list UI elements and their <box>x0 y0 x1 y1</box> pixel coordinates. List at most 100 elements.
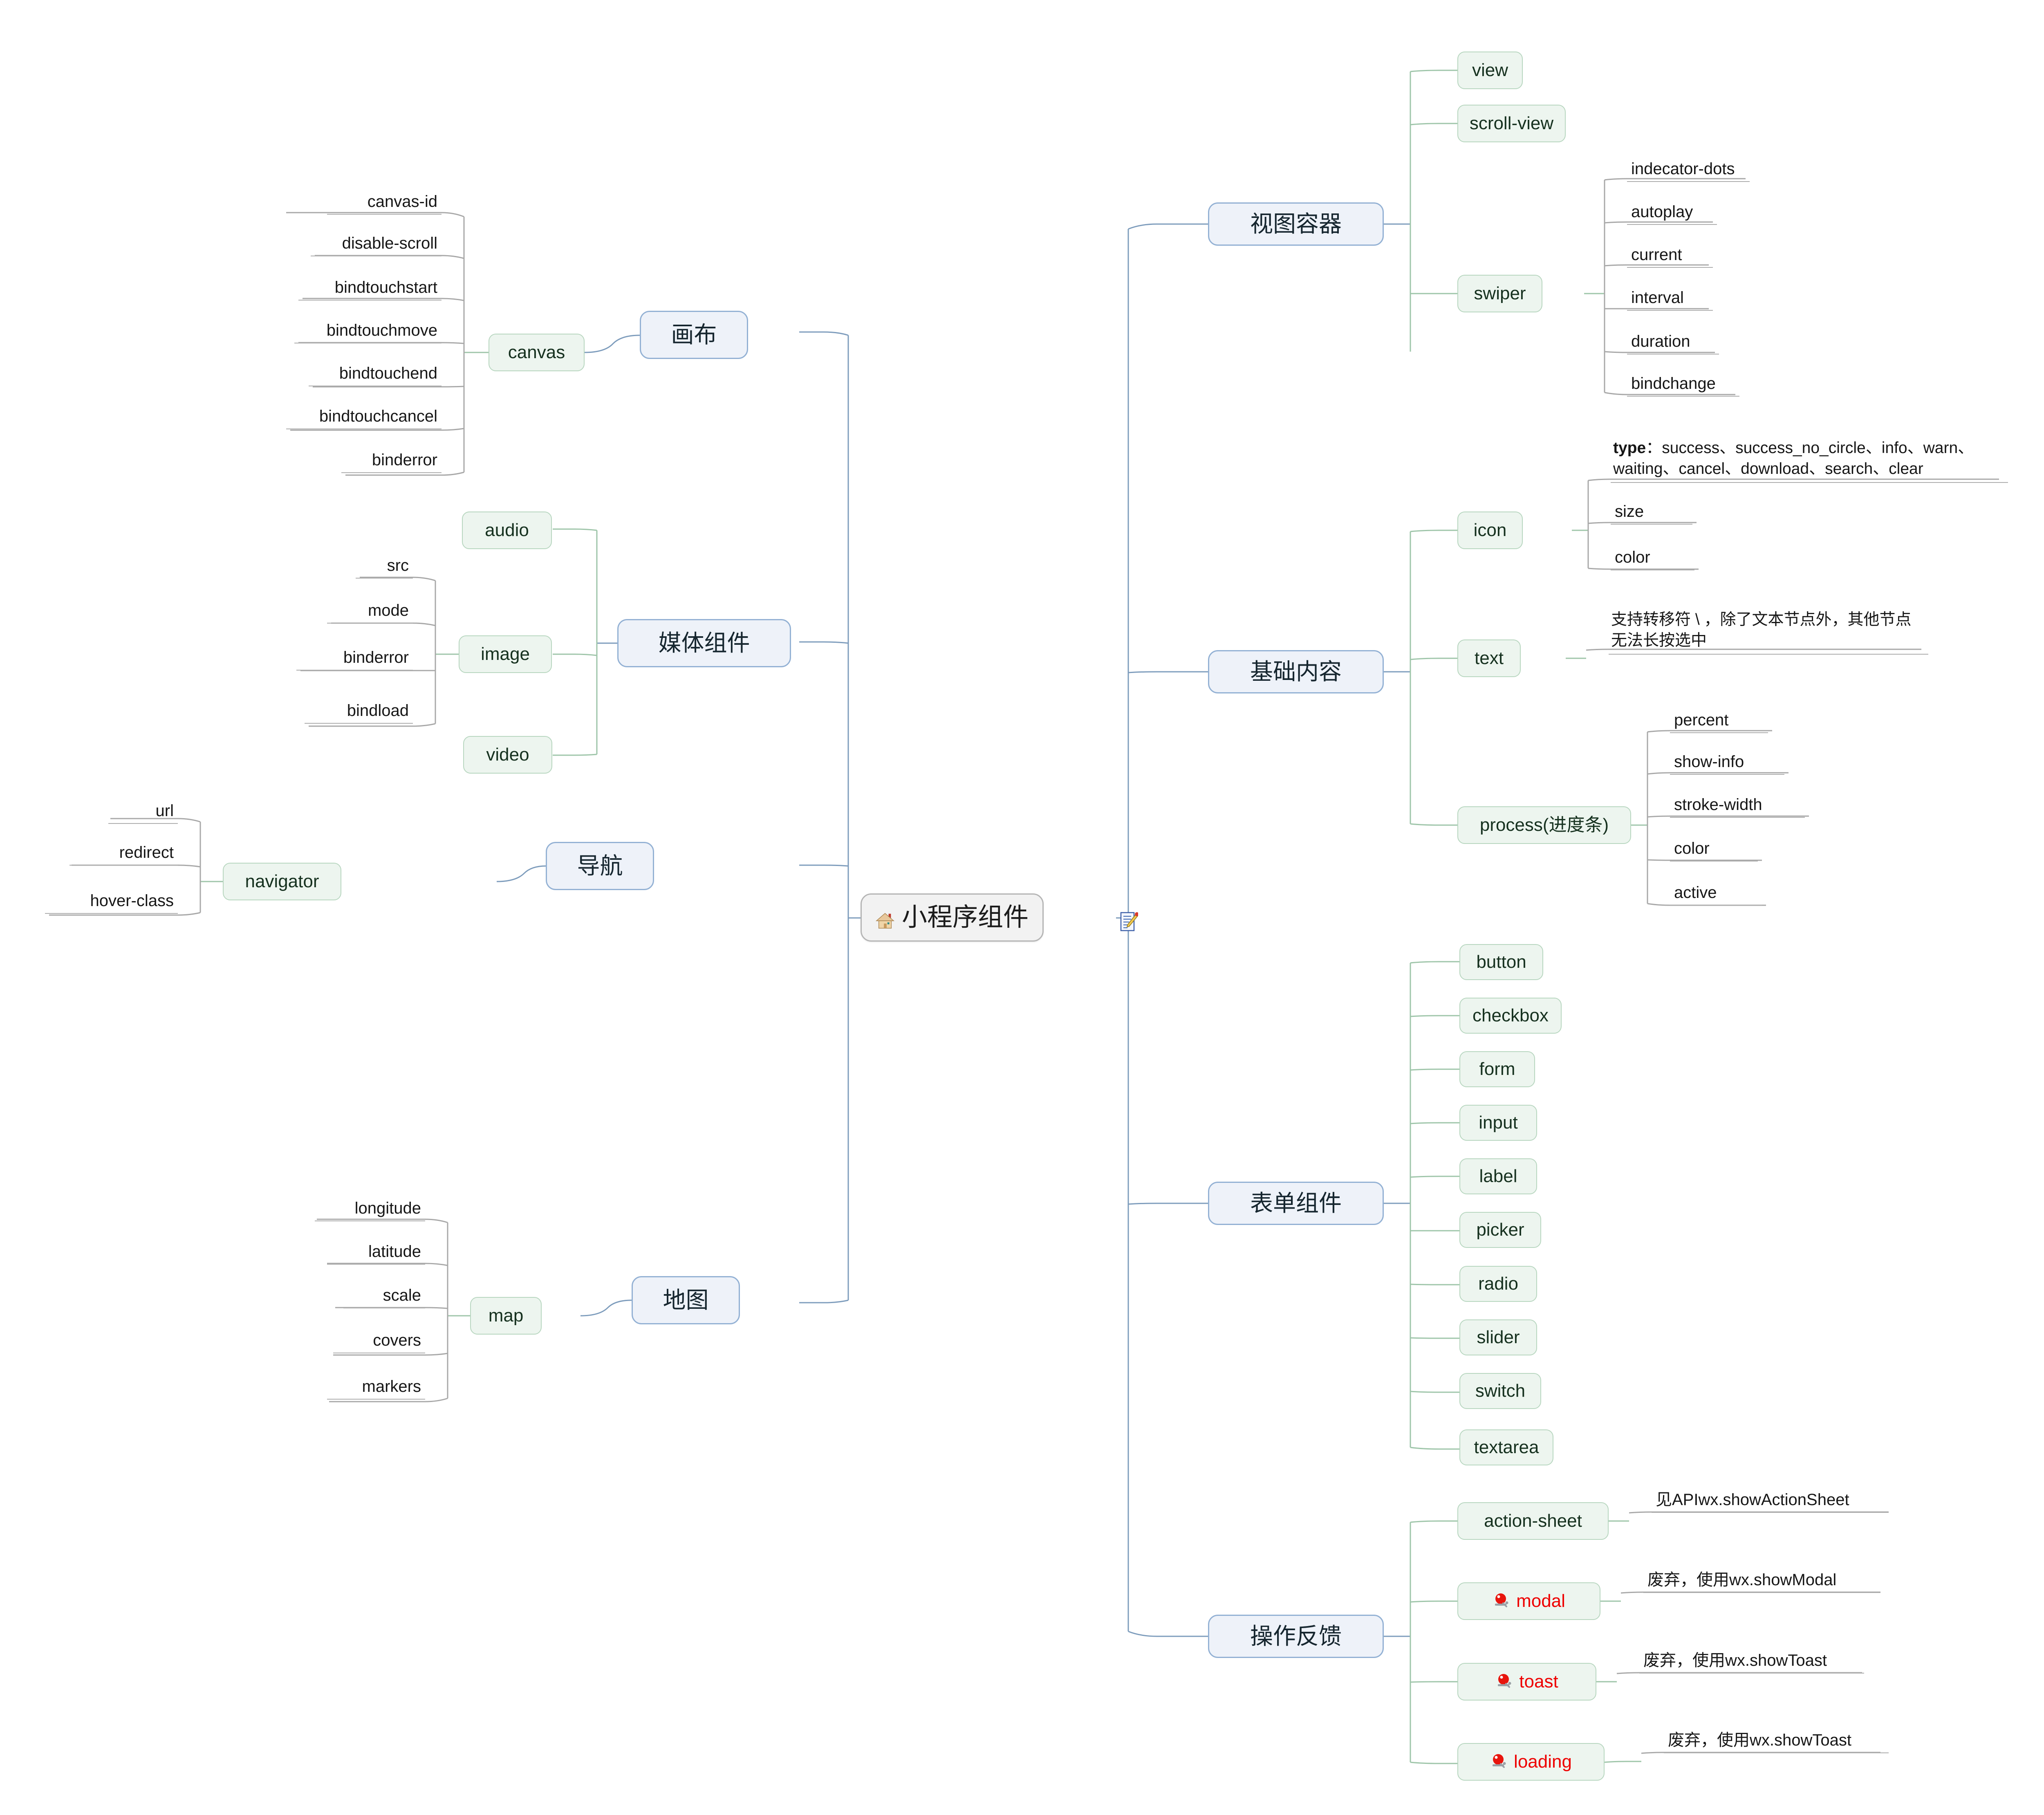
leaf-disable-scroll[interactable]: disable-scroll <box>311 234 442 256</box>
leaf-label: 废弃，使用wx.showToast <box>1668 1731 1851 1749</box>
leaf-label: 废弃，使用wx.showToast <box>1643 1651 1827 1669</box>
branch-node-form-components[interactable]: 表单组件 <box>1208 1182 1384 1225</box>
leaf-interval[interactable]: interval <box>1627 288 1713 311</box>
sub-node-toast[interactable]: toast <box>1457 1663 1596 1701</box>
branch-node-view-container[interactable]: 视图容器 <box>1208 202 1384 246</box>
leaf-bindtouchcancel[interactable]: bindtouchcancel <box>286 407 442 429</box>
leaf-navigator-hover-class[interactable]: hover-class <box>45 891 178 914</box>
leaf-image-src[interactable]: src <box>356 556 413 579</box>
sub-node-view[interactable]: view <box>1457 52 1523 89</box>
sub-label: video <box>486 744 529 765</box>
sub-node-video[interactable]: video <box>463 736 552 774</box>
alarm-bell-icon <box>1493 1593 1510 1610</box>
leaf-bindtouchend[interactable]: bindtouchend <box>309 364 442 386</box>
leaf-bindtouchmove[interactable]: bindtouchmove <box>294 321 442 343</box>
sub-node-button[interactable]: button <box>1459 944 1543 980</box>
sub-node-image[interactable]: image <box>459 635 552 673</box>
sub-node-switch[interactable]: switch <box>1459 1373 1541 1409</box>
sub-node-text[interactable]: text <box>1457 639 1521 677</box>
branch-node-navigation[interactable]: 导航 <box>546 842 654 890</box>
sub-node-canvas[interactable]: canvas <box>489 334 585 371</box>
leaf-indecator-dots[interactable]: indecator-dots <box>1627 159 1750 182</box>
leaf-label: redirect <box>119 843 174 862</box>
leaf-navigator-redirect[interactable]: redirect <box>69 843 178 866</box>
sub-label: process(进度条) <box>1479 814 1609 835</box>
leaf-map-scale[interactable]: scale <box>343 1286 425 1308</box>
leaf-image-bindload[interactable]: bindload <box>305 701 413 724</box>
leaf-process-percent[interactable]: percent <box>1670 711 1768 733</box>
sub-node-map[interactable]: map <box>470 1297 542 1335</box>
leaf-duration[interactable]: duration <box>1627 332 1719 354</box>
sub-node-picker[interactable]: picker <box>1459 1212 1541 1248</box>
leaf-map-longitude[interactable]: longitude <box>315 1199 425 1221</box>
branch-node-map-group[interactable]: 地图 <box>632 1276 740 1324</box>
leaf-canvas-binderror[interactable]: binderror <box>341 451 442 473</box>
sub-label: icon <box>1473 520 1507 540</box>
branch-node-media-components[interactable]: 媒体组件 <box>617 619 791 667</box>
sub-label: scroll-view <box>1469 113 1554 133</box>
leaf-label: 见APIwx.showActionSheet <box>1656 1490 1849 1509</box>
leaf-loading-annotation[interactable]: 废弃，使用wx.showToast <box>1664 1731 1889 1753</box>
branch-node-canvas-group[interactable]: 画布 <box>640 311 748 359</box>
leaf-current[interactable]: current <box>1627 245 1713 268</box>
sub-node-scroll-view[interactable]: scroll-view <box>1457 105 1566 142</box>
leaf-icon-color[interactable]: color <box>1611 548 1694 570</box>
sub-label: text <box>1475 648 1504 668</box>
leaf-bindtouchstart[interactable]: bindtouchstart <box>298 278 442 301</box>
leaf-bindchange[interactable]: bindchange <box>1627 374 1739 397</box>
leaf-label: hover-class <box>90 891 174 910</box>
sub-node-navigator[interactable]: navigator <box>223 863 341 900</box>
sub-node-label[interactable]: label <box>1459 1158 1537 1194</box>
home-icon <box>875 908 895 929</box>
sub-node-process[interactable]: process(进度条) <box>1457 806 1631 844</box>
leaf-image-mode[interactable]: mode <box>327 601 413 624</box>
sub-label: loading <box>1514 1751 1572 1772</box>
leaf-label: binderror <box>372 451 437 469</box>
leaf-label: binderror <box>343 648 409 666</box>
leaf-map-markers[interactable]: markers <box>327 1377 425 1400</box>
branch-label: 表单组件 <box>1250 1190 1342 1216</box>
sub-node-audio[interactable]: audio <box>462 512 552 549</box>
sub-node-modal[interactable]: modal <box>1457 1582 1600 1620</box>
leaf-navigator-url[interactable]: url <box>108 801 178 824</box>
leaf-map-latitude[interactable]: latitude <box>327 1242 425 1265</box>
sub-label: toast <box>1519 1671 1558 1692</box>
sub-node-icon[interactable]: icon <box>1457 512 1523 549</box>
leaf-label: percent <box>1674 711 1729 729</box>
leaf-canvas-id[interactable]: canvas-id <box>327 192 442 215</box>
branch-node-basic-content[interactable]: 基础内容 <box>1208 650 1384 693</box>
leaf-text-annotation[interactable]: 支持转移符 \ ，除了文本节点外，其他节点无法长按选中 <box>1609 609 1928 655</box>
branch-node-action-feedback[interactable]: 操作反馈 <box>1208 1615 1384 1658</box>
leaf-process-color[interactable]: color <box>1670 839 1758 862</box>
leaf-icon-type-annotation[interactable]: type：success、success_no_circle、info、warn… <box>1611 437 2008 483</box>
leaf-toast-annotation[interactable]: 废弃，使用wx.showToast <box>1639 1651 1864 1674</box>
leaf-label: bindtouchcancel <box>319 407 437 425</box>
leaf-action-sheet-annotation[interactable]: 见APIwx.showActionSheet <box>1652 1490 1889 1513</box>
sub-node-input[interactable]: input <box>1459 1105 1537 1141</box>
leaf-modal-annotation[interactable]: 废弃，使用wx.showModal <box>1643 1570 1880 1593</box>
sub-label: audio <box>485 520 529 540</box>
sub-label: slider <box>1477 1327 1520 1347</box>
leaf-process-stroke-width[interactable]: stroke-width <box>1670 795 1805 818</box>
leaf-map-covers[interactable]: covers <box>333 1331 425 1353</box>
sub-node-slider[interactable]: slider <box>1459 1319 1537 1355</box>
sub-node-radio[interactable]: radio <box>1459 1266 1537 1302</box>
sub-node-swiper[interactable]: swiper <box>1457 275 1542 312</box>
leaf-icon-size[interactable]: size <box>1611 502 1692 525</box>
root-node[interactable]: 小程序组件 <box>861 893 1044 942</box>
sub-label: checkbox <box>1472 1005 1549 1025</box>
leaf-label: markers <box>362 1377 421 1395</box>
leaf-label: src <box>387 556 409 574</box>
leaf-label: duration <box>1631 332 1690 350</box>
note-edit-icon[interactable] <box>1120 912 1139 932</box>
leaf-label: latitude <box>368 1242 421 1261</box>
sub-node-action-sheet[interactable]: action-sheet <box>1457 1502 1609 1540</box>
leaf-process-show-info[interactable]: show-info <box>1670 752 1784 775</box>
leaf-process-active[interactable]: active <box>1670 883 1762 906</box>
leaf-autoplay[interactable]: autoplay <box>1627 202 1717 225</box>
sub-node-textarea[interactable]: textarea <box>1459 1429 1553 1465</box>
sub-node-form[interactable]: form <box>1459 1051 1535 1087</box>
sub-node-checkbox[interactable]: checkbox <box>1459 998 1562 1034</box>
sub-node-loading[interactable]: loading <box>1457 1743 1605 1781</box>
leaf-image-binderror[interactable]: binderror <box>296 648 413 671</box>
